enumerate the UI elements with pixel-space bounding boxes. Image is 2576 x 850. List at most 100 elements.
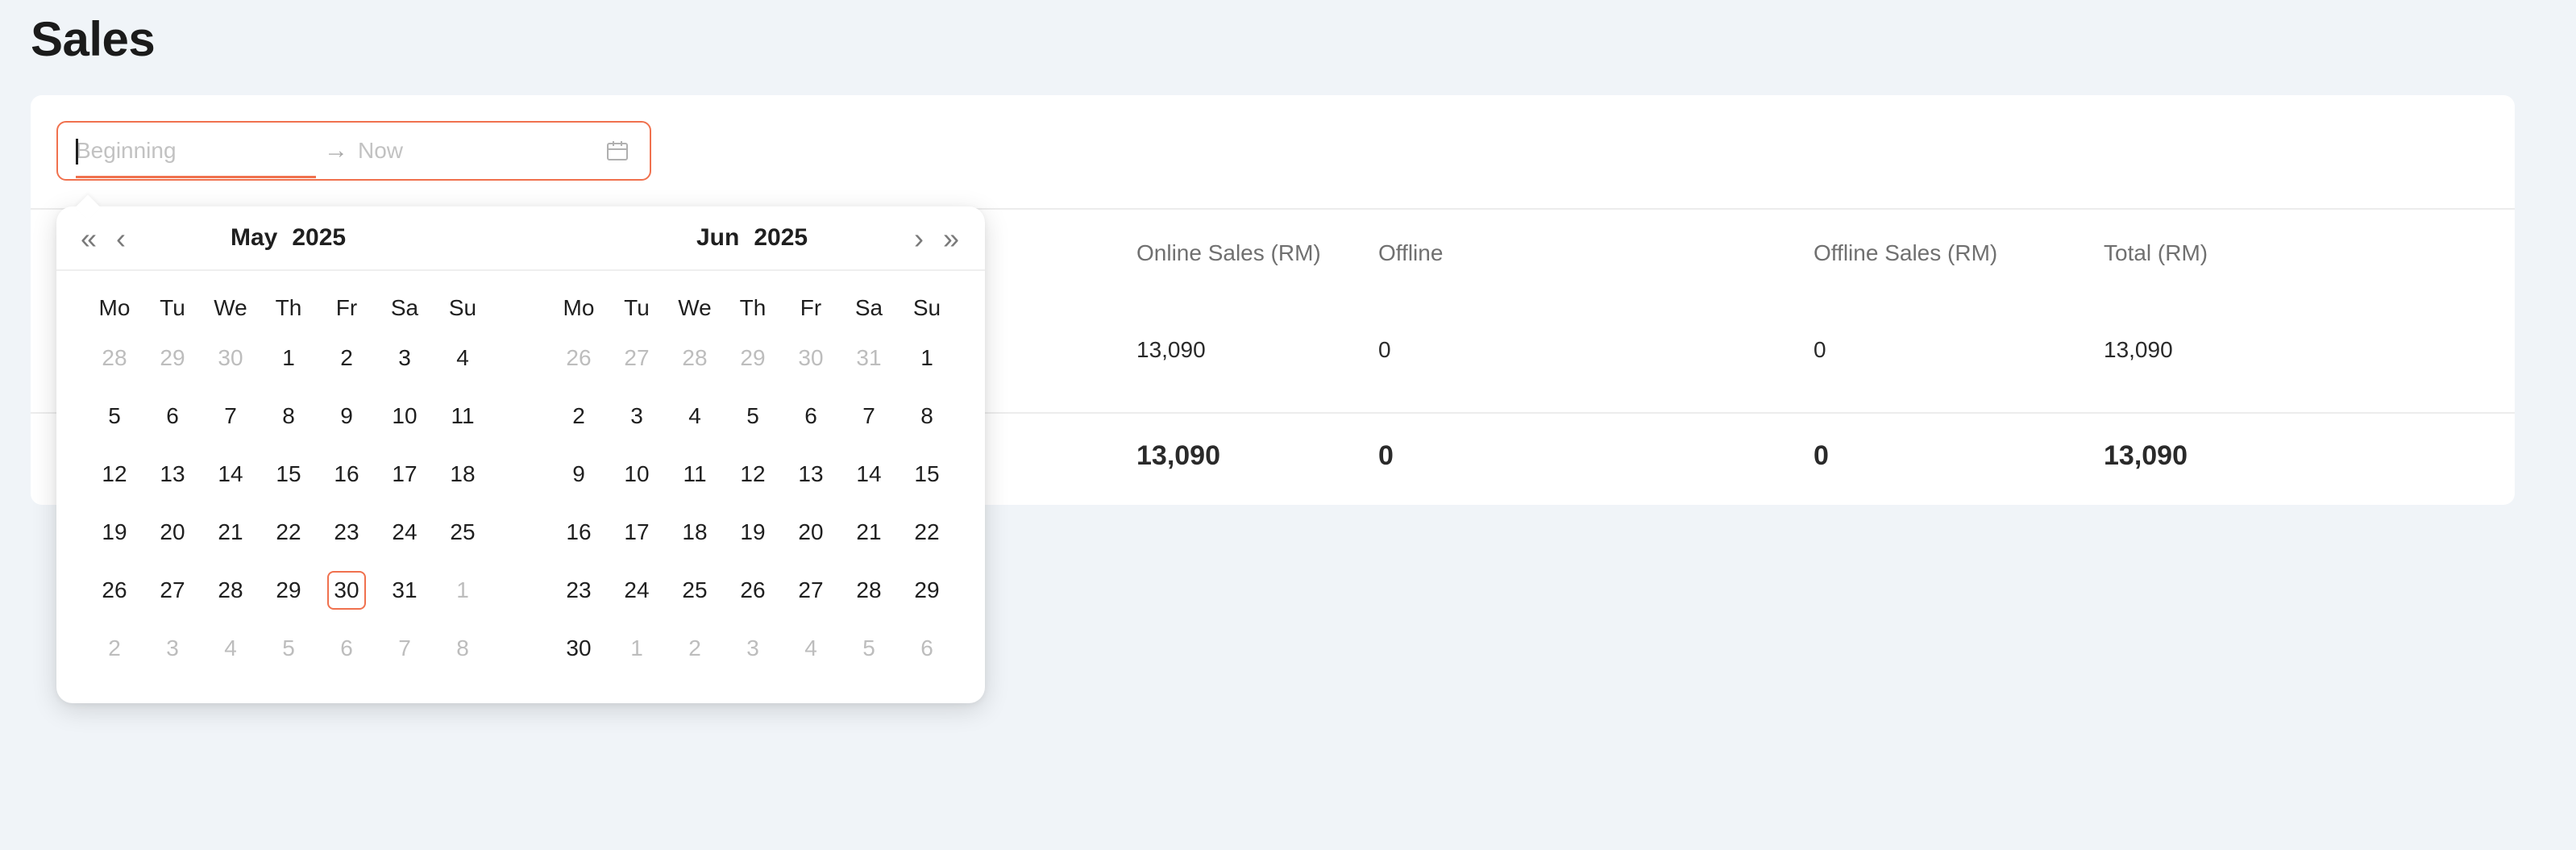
day-cell[interactable]: 12 — [724, 445, 782, 503]
day-cell[interactable]: 5 — [85, 387, 143, 445]
day-cell[interactable]: 27 — [782, 561, 840, 619]
left-month-title[interactable]: May 2025 — [231, 224, 360, 252]
day-cell[interactable]: 12 — [85, 445, 143, 503]
day-cell-today[interactable]: 30 — [318, 561, 376, 619]
day-cell[interactable]: 29 — [898, 561, 956, 619]
prev-month-button[interactable]: ‹ — [106, 223, 135, 255]
day-cell[interactable]: 27 — [143, 561, 202, 619]
day-cell[interactable]: 30 — [782, 329, 840, 387]
day-cell[interactable]: 15 — [898, 445, 956, 503]
day-cell[interactable]: 10 — [376, 387, 434, 445]
day-cell[interactable]: 22 — [898, 503, 956, 561]
day-cell[interactable]: 24 — [608, 561, 666, 619]
day-cell[interactable]: 16 — [550, 503, 608, 561]
header-online-sales[interactable]: Online Sales (RM) — [1136, 240, 1321, 266]
day-cell[interactable]: 8 — [434, 619, 492, 677]
day-cell[interactable]: 17 — [608, 503, 666, 561]
day-cell[interactable]: 15 — [260, 445, 318, 503]
day-cell[interactable]: 9 — [318, 387, 376, 445]
day-cell[interactable]: 31 — [840, 329, 898, 387]
right-month-title[interactable]: Jun 2025 — [696, 224, 822, 252]
day-cell[interactable]: 5 — [724, 387, 782, 445]
day-cell[interactable]: 29 — [260, 561, 318, 619]
day-cell[interactable]: 23 — [318, 503, 376, 561]
day-cell[interactable]: 7 — [376, 619, 434, 677]
day-cell[interactable]: 1 — [898, 329, 956, 387]
day-cell[interactable]: 23 — [550, 561, 608, 619]
day-cell[interactable]: 10 — [608, 445, 666, 503]
day-cell[interactable]: 18 — [666, 503, 724, 561]
day-cell[interactable]: 5 — [260, 619, 318, 677]
calendar-icon[interactable] — [606, 140, 629, 161]
day-cell[interactable]: 2 — [550, 387, 608, 445]
right-month-label[interactable]: Jun — [696, 224, 739, 251]
day-cell[interactable]: 8 — [260, 387, 318, 445]
day-cell[interactable]: 2 — [318, 329, 376, 387]
day-cell[interactable]: 22 — [260, 503, 318, 561]
day-cell[interactable]: 13 — [143, 445, 202, 503]
header-offline[interactable]: Offline — [1378, 240, 1443, 266]
left-month-label[interactable]: May — [231, 224, 277, 251]
day-cell[interactable]: 4 — [666, 387, 724, 445]
day-cell[interactable]: 17 — [376, 445, 434, 503]
day-cell[interactable]: 29 — [143, 329, 202, 387]
day-cell[interactable]: 6 — [898, 619, 956, 677]
prev-year-button[interactable]: « — [74, 223, 103, 255]
day-cell[interactable]: 2 — [666, 619, 724, 677]
date-range-picker[interactable]: Beginning → Now — [56, 121, 651, 181]
day-cell[interactable]: 20 — [143, 503, 202, 561]
day-cell[interactable]: 1 — [260, 329, 318, 387]
day-cell[interactable]: 7 — [840, 387, 898, 445]
left-year-label[interactable]: 2025 — [292, 224, 346, 251]
day-cell[interactable]: 19 — [724, 503, 782, 561]
day-cell[interactable]: 27 — [608, 329, 666, 387]
day-cell[interactable]: 28 — [202, 561, 260, 619]
day-cell[interactable]: 3 — [608, 387, 666, 445]
day-cell[interactable]: 13 — [782, 445, 840, 503]
day-cell[interactable]: 19 — [85, 503, 143, 561]
day-cell[interactable]: 28 — [840, 561, 898, 619]
day-cell[interactable]: 3 — [143, 619, 202, 677]
day-cell[interactable]: 20 — [782, 503, 840, 561]
header-offline-sales[interactable]: Offline Sales (RM) — [1814, 240, 1997, 266]
day-cell[interactable]: 26 — [550, 329, 608, 387]
day-cell[interactable]: 16 — [318, 445, 376, 503]
day-cell[interactable]: 25 — [434, 503, 492, 561]
day-cell[interactable]: 1 — [434, 561, 492, 619]
right-year-label[interactable]: 2025 — [754, 224, 808, 251]
day-cell[interactable]: 14 — [840, 445, 898, 503]
start-date-input[interactable]: Beginning — [76, 123, 310, 179]
day-cell[interactable]: 11 — [666, 445, 724, 503]
day-cell[interactable]: 1 — [608, 619, 666, 677]
day-cell[interactable]: 4 — [202, 619, 260, 677]
day-cell[interactable]: 6 — [143, 387, 202, 445]
day-cell[interactable]: 28 — [85, 329, 143, 387]
header-total[interactable]: Total (RM) — [2104, 240, 2208, 266]
day-cell[interactable]: 30 — [202, 329, 260, 387]
day-cell[interactable]: 24 — [376, 503, 434, 561]
next-month-button[interactable]: › — [904, 223, 933, 255]
day-cell[interactable]: 3 — [376, 329, 434, 387]
next-year-button[interactable]: » — [937, 223, 966, 255]
day-cell[interactable]: 3 — [724, 619, 782, 677]
day-cell[interactable]: 28 — [666, 329, 724, 387]
day-cell[interactable]: 2 — [85, 619, 143, 677]
day-cell[interactable]: 8 — [898, 387, 956, 445]
day-cell[interactable]: 6 — [318, 619, 376, 677]
day-cell[interactable]: 21 — [202, 503, 260, 561]
day-cell[interactable]: 7 — [202, 387, 260, 445]
day-cell[interactable]: 4 — [782, 619, 840, 677]
end-date-input[interactable]: Now — [358, 123, 584, 179]
day-cell[interactable]: 6 — [782, 387, 840, 445]
day-cell[interactable]: 4 — [434, 329, 492, 387]
day-cell[interactable]: 31 — [376, 561, 434, 619]
day-cell[interactable]: 30 — [550, 619, 608, 677]
day-cell[interactable]: 25 — [666, 561, 724, 619]
day-cell[interactable]: 5 — [840, 619, 898, 677]
day-cell[interactable]: 11 — [434, 387, 492, 445]
day-cell[interactable]: 26 — [724, 561, 782, 619]
day-cell[interactable]: 26 — [85, 561, 143, 619]
day-cell[interactable]: 9 — [550, 445, 608, 503]
day-cell[interactable]: 14 — [202, 445, 260, 503]
day-cell[interactable]: 18 — [434, 445, 492, 503]
